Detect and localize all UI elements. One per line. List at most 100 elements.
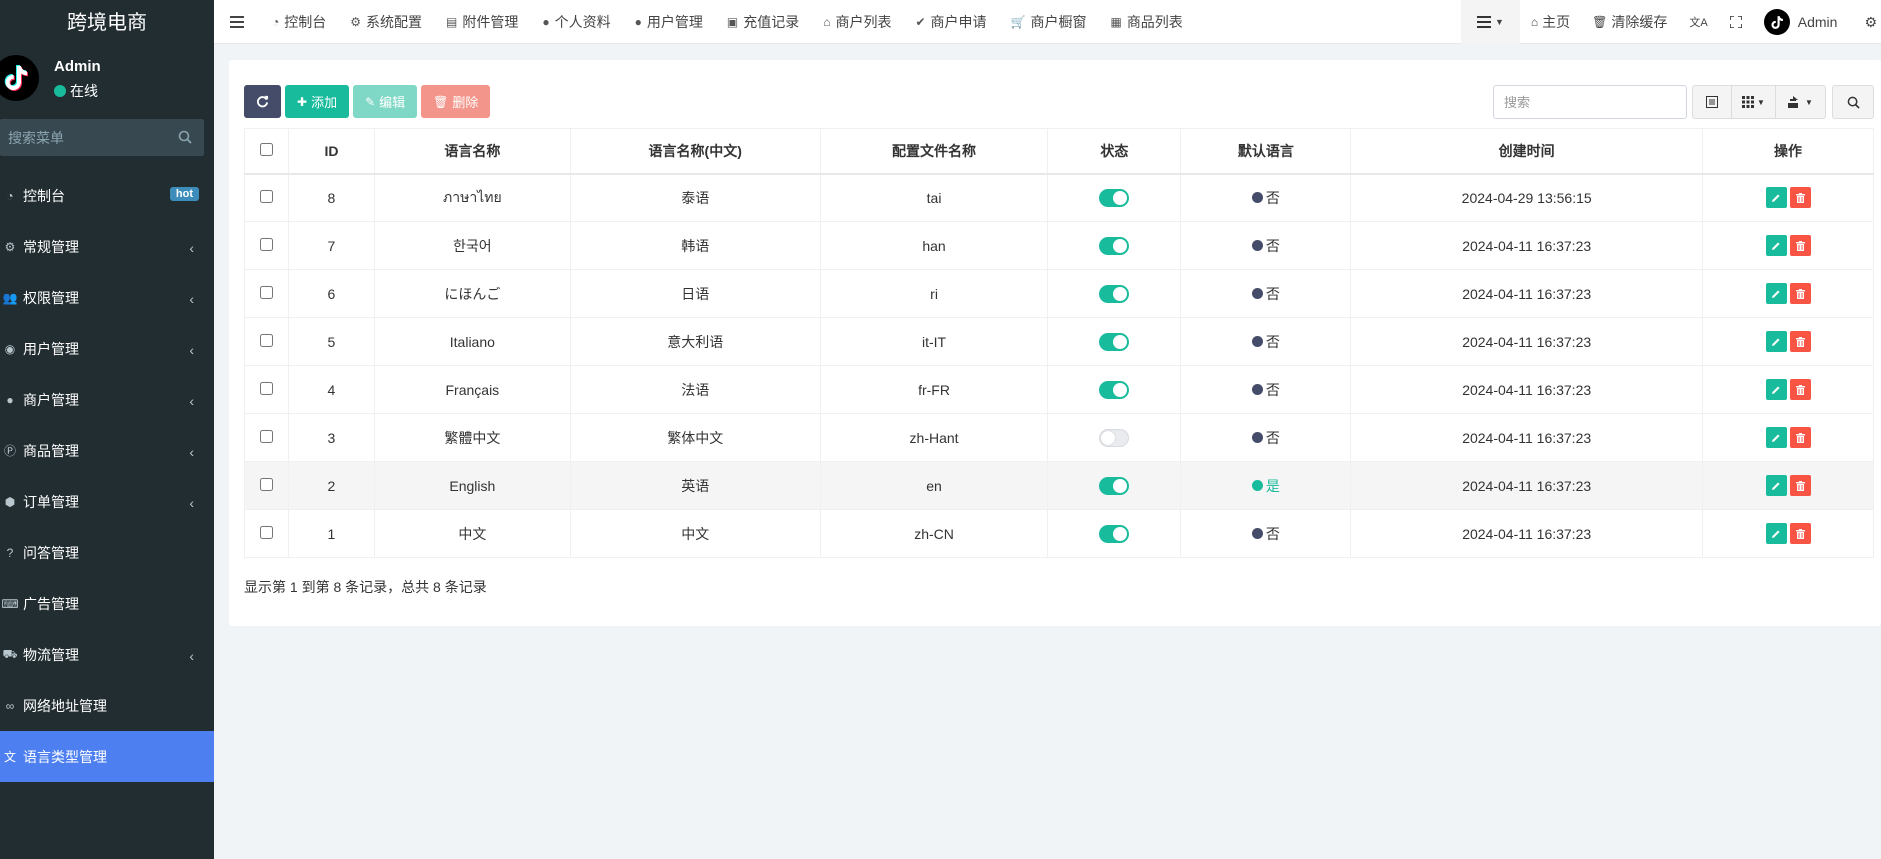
refresh-button[interactable] [244, 85, 281, 118]
row-edit-button[interactable] [1765, 379, 1787, 400]
sidebar-item-2[interactable]: 👥 权限管理 ‹ [0, 272, 214, 323]
col-name-cn[interactable]: 语言名称(中文) [569, 128, 821, 175]
edit-button[interactable]: ✎ 编辑 [353, 85, 418, 118]
table-row[interactable]: 6 にほんご 日语 ri 否 2024-04-11 16:37:23 [244, 269, 1874, 318]
nav-tab-5[interactable]: ▣ 充值记录 [715, 0, 811, 44]
select-all-checkbox[interactable] [259, 142, 273, 156]
nav-tab-label: 附件管理 [462, 13, 519, 30]
status-toggle[interactable] [1099, 380, 1130, 399]
nav-tab-4[interactable]: ● 用户管理 [623, 0, 715, 44]
sidebar-item-11[interactable]: 文语言类型管理 [0, 731, 214, 782]
row-edit-button[interactable] [1765, 523, 1787, 544]
row-delete-button[interactable] [1789, 379, 1811, 400]
table-row[interactable]: 2 English 英语 en 是 2024-04-11 16:37:23 [244, 461, 1874, 510]
row-delete-button[interactable] [1789, 283, 1811, 304]
table-search-input[interactable] [1494, 86, 1686, 118]
settings-button[interactable]: ⚙ [1848, 0, 1881, 44]
row-delete-button[interactable] [1789, 187, 1811, 209]
add-button[interactable]: ✚ 添加 [285, 85, 350, 118]
table-row[interactable]: 5 Italiano 意大利语 it-IT 否 2024-04-11 16:37:23 [244, 317, 1874, 366]
nav-tab-1[interactable]: ⚙ 系统配置 [338, 0, 434, 44]
row-delete-button[interactable] [1789, 331, 1811, 352]
sidebar-toggle-button[interactable] [214, 0, 260, 44]
sidebar-item-9[interactable]: ⛟ 物流管理 ‹ [0, 629, 214, 680]
row-delete-button[interactable] [1789, 475, 1811, 496]
translate-icon: 文A [1689, 17, 1708, 29]
table-row[interactable]: 1 中文 中文 zh-CN 否 2024-04-11 16:37:23 [244, 509, 1874, 558]
status-toggle[interactable] [1099, 188, 1130, 207]
nav-tab-3[interactable]: ● 个人资料 [530, 0, 622, 44]
home-link[interactable]: ⌂ 主页 [1520, 0, 1581, 44]
row-checkbox[interactable] [259, 237, 273, 251]
more-tabs-dropdown[interactable]: ▼ [1461, 0, 1520, 44]
status-toggle[interactable] [1099, 332, 1130, 351]
row-checkbox[interactable] [259, 285, 273, 299]
toggle-knob [1113, 382, 1128, 397]
status-toggle[interactable] [1099, 284, 1130, 303]
clear-cache-button[interactable]: 🗑 清除缓存 [1581, 0, 1678, 44]
col-name[interactable]: 语言名称 [373, 128, 571, 175]
status-dot-icon [1251, 432, 1263, 443]
admin-user-menu[interactable]: Admin [1753, 0, 1849, 44]
table-row[interactable]: 8 ภาษาไทย 泰语 tai 否 2024-04-29 13:56:15 [244, 173, 1874, 222]
row-delete-button[interactable] [1789, 235, 1811, 256]
export-button[interactable]: ▼ [1776, 85, 1826, 119]
sidebar-item-5[interactable]: Ⓟ 商品管理 ‹ [0, 425, 214, 476]
col-default[interactable]: 默认语言 [1180, 128, 1352, 175]
row-delete-button[interactable] [1789, 523, 1811, 544]
sidebar-item-4[interactable]: ● 商户管理 ‹ [0, 374, 214, 425]
row-checkbox[interactable] [259, 189, 273, 203]
col-config[interactable]: 配置文件名称 [819, 128, 1049, 175]
nav-tab-6[interactable]: ⌂ 商户列表 [811, 0, 903, 44]
status-toggle[interactable] [1099, 524, 1130, 543]
advanced-search-button[interactable] [1832, 85, 1874, 119]
brand-logo-text[interactable]: 跨境电商 [0, 0, 214, 41]
col-status[interactable]: 状态 [1047, 128, 1182, 175]
nav-tab-0[interactable]: ◔ 控制台 [260, 0, 338, 44]
col-created[interactable]: 创建时间 [1350, 128, 1704, 175]
search-icon[interactable] [178, 130, 192, 144]
row-delete-button[interactable] [1789, 427, 1811, 448]
nav-tab-8[interactable]: 🛒 商户橱窗 [999, 0, 1099, 44]
row-checkbox[interactable] [259, 333, 273, 347]
cell-created: 2024-04-11 16:37:23 [1350, 365, 1704, 414]
check-circle-icon: ✔ [915, 14, 926, 29]
delete-button[interactable]: 🗑 删除 [421, 85, 491, 118]
sidebar-item-7[interactable]: ? 问答管理 [0, 527, 214, 578]
status-toggle[interactable] [1099, 476, 1130, 495]
cell-name: 繁體中文 [373, 413, 571, 462]
nav-tab-2[interactable]: ▤ 附件管理 [434, 0, 530, 44]
language-switch-button[interactable]: 文A [1678, 0, 1718, 44]
row-edit-button[interactable] [1765, 235, 1787, 256]
col-id[interactable]: ID [287, 128, 375, 175]
toggle-view-button[interactable] [1692, 85, 1732, 119]
table-row[interactable]: 3 繁體中文 繁体中文 zh-Hant 否 2024-04-11 16:37:23 [244, 413, 1874, 462]
status-toggle[interactable] [1099, 428, 1130, 447]
cell-created: 2024-04-29 13:56:15 [1350, 173, 1704, 222]
table-row[interactable]: 4 Français 法语 fr-FR 否 2024-04-11 16:37:23 [244, 365, 1874, 414]
nav-tab-9[interactable]: ▦ 商品列表 [1098, 0, 1194, 44]
nav-tab-7[interactable]: ✔ 商户申请 [903, 0, 998, 44]
cell-name: ภาษาไทย [373, 173, 571, 222]
sidebar-search-input[interactable] [0, 119, 204, 156]
row-checkbox[interactable] [259, 477, 273, 491]
sidebar-item-0[interactable]: ◔ 控制台 hot [0, 170, 214, 221]
sidebar-item-3[interactable]: ◉ 用户管理 ‹ [0, 323, 214, 374]
row-edit-button[interactable] [1765, 331, 1787, 352]
sidebar-item-8[interactable]: ⌨ 广告管理 [0, 578, 214, 629]
status-toggle[interactable] [1099, 236, 1130, 255]
row-edit-button[interactable] [1765, 427, 1787, 448]
row-edit-button[interactable] [1765, 475, 1787, 496]
sidebar-item-10[interactable]: ∞ 网络地址管理 [0, 680, 214, 731]
table-row[interactable]: 7 한국어 韩语 han 否 2024-04-11 16:37:23 [244, 221, 1874, 270]
row-checkbox[interactable] [259, 525, 273, 539]
row-checkbox[interactable] [259, 381, 273, 395]
cell-name-cn: 日语 [569, 269, 821, 318]
row-edit-button[interactable] [1765, 187, 1787, 209]
row-edit-button[interactable] [1765, 283, 1787, 304]
sidebar-item-1[interactable]: ⚙ 常规管理 ‹ [0, 221, 214, 272]
row-checkbox[interactable] [259, 429, 273, 443]
sidebar-item-6[interactable]: ⬢ 订单管理 ‹ [0, 476, 214, 527]
columns-button[interactable]: ▼ [1732, 85, 1776, 119]
fullscreen-button[interactable] [1719, 0, 1753, 44]
